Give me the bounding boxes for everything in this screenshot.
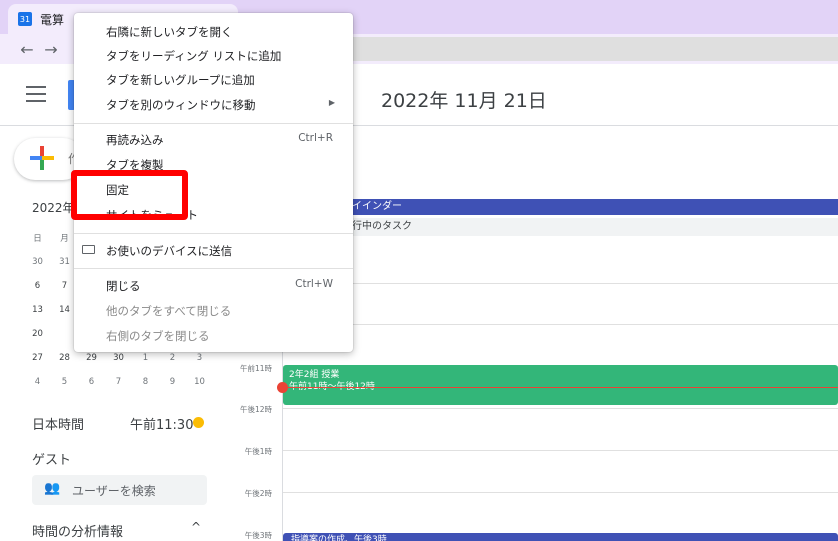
- main-menu-icon[interactable]: [26, 86, 46, 102]
- highlight-annotation-box: [71, 170, 188, 220]
- menu-item-label: 閉じる: [106, 279, 141, 293]
- menu-item-label: 右隣に新しいタブを開く: [106, 25, 233, 39]
- menu-item-label: 再読み込み: [106, 133, 164, 147]
- mini-calendar-day[interactable]: 30: [105, 353, 132, 363]
- menu-item-move-to-window[interactable]: タブを別のウィンドウに移動 ▶: [74, 92, 353, 116]
- calendar-event[interactable]: 指導案の作成、午後3時: [283, 533, 838, 541]
- mini-calendar-day[interactable]: 28: [51, 353, 78, 363]
- forward-arrow-icon[interactable]: →: [40, 38, 62, 60]
- menu-separator: [74, 233, 353, 234]
- hour-line: [283, 283, 838, 284]
- hour-line: [283, 408, 838, 409]
- day-view-grid[interactable]: [282, 126, 838, 541]
- mini-calendar-week: 4 5 6 7 8 9 10: [24, 370, 216, 394]
- mini-calendar-day[interactable]: 6: [78, 377, 105, 387]
- hour-line: [283, 324, 838, 325]
- menu-item-label: 右側のタブを閉じる: [106, 329, 210, 343]
- menu-separator: [74, 268, 353, 269]
- mini-calendar-day[interactable]: 2: [159, 353, 186, 363]
- hour-line: [283, 450, 838, 451]
- menu-separator: [74, 123, 353, 124]
- timezone-label: 日本時間: [32, 418, 85, 433]
- allday-event-reminder[interactable]: イインダー: [282, 199, 838, 215]
- mini-calendar-day[interactable]: 9: [159, 377, 186, 387]
- guest-section-label: ゲスト: [32, 453, 72, 468]
- menu-item-close[interactable]: 閉じる Ctrl+W: [74, 273, 353, 297]
- mini-calendar-day[interactable]: 13: [24, 305, 51, 315]
- calendar-event[interactable]: 2年2組 授業 午前11時～午後12時: [283, 365, 838, 405]
- menu-item-add-to-new-group[interactable]: タブを新しいグループに追加: [74, 67, 353, 91]
- mini-calendar-day[interactable]: 3: [186, 353, 213, 363]
- mini-calendar-day[interactable]: 29: [78, 353, 105, 363]
- menu-item-label: タブを新しいグループに追加: [106, 73, 255, 87]
- mini-calendar-day[interactable]: 1: [132, 353, 159, 363]
- browser-window: 31 電算 ← → 2022年 11月 21日 作 2022年 日 月 30 3…: [0, 0, 838, 541]
- menu-item-close-tabs-right[interactable]: 右側のタブを閉じる: [74, 323, 353, 347]
- menu-item-label: タブを別のウィンドウに移動: [106, 98, 256, 112]
- timezone-time: 午前11:30: [130, 418, 194, 433]
- device-icon: [82, 245, 95, 254]
- current-date-title: 2022年 11月 21日: [381, 90, 547, 112]
- user-search-placeholder: ユーザーを検索: [72, 484, 156, 498]
- mini-calendar-day[interactable]: 30: [24, 257, 51, 267]
- mini-calendar-day[interactable]: 10: [186, 377, 213, 387]
- menu-item-label: 他のタブをすべて閉じる: [106, 304, 232, 318]
- plus-icon: [30, 146, 54, 170]
- weekday-label: 日: [33, 234, 42, 244]
- time-insights-label: 時間の分析情報: [32, 525, 124, 540]
- mini-calendar-day[interactable]: 27: [24, 353, 51, 363]
- menu-item-label: タブをリーディング リストに追加: [106, 49, 282, 63]
- time-label: 午後3時: [244, 531, 272, 540]
- hour-line: [283, 492, 838, 493]
- submenu-arrow-icon: ▶: [328, 98, 335, 107]
- mini-calendar-day[interactable]: 8: [132, 377, 159, 387]
- menu-item-close-other-tabs[interactable]: 他のタブをすべて閉じる: [74, 298, 353, 322]
- mini-calendar-day[interactable]: 4: [24, 377, 51, 387]
- user-search-input[interactable]: 👥 ユーザーを検索: [32, 475, 207, 505]
- menu-item-reload[interactable]: 再読み込み Ctrl+R: [74, 127, 353, 151]
- current-time-dot: [277, 382, 288, 393]
- current-time-line: [282, 387, 838, 388]
- menu-item-open-new-tab-right[interactable]: 右隣に新しいタブを開く: [74, 19, 353, 43]
- menu-item-label: お使いのデバイスに送信: [106, 244, 233, 258]
- menu-shortcut: Ctrl+R: [298, 132, 333, 144]
- menu-shortcut: Ctrl+W: [295, 278, 333, 290]
- allday-event-tasks[interactable]: 行中のタスク: [282, 218, 838, 236]
- time-label: 午前11時: [239, 364, 272, 373]
- back-arrow-icon[interactable]: ←: [16, 38, 38, 60]
- mini-calendar-day[interactable]: 7: [105, 377, 132, 387]
- sun-icon: [193, 417, 204, 428]
- time-label: 午後2時: [244, 489, 272, 498]
- menu-item-add-to-reading-list[interactable]: タブをリーディング リストに追加: [74, 43, 353, 67]
- mini-calendar-day[interactable]: 6: [24, 281, 51, 291]
- mini-calendar-day[interactable]: 5: [51, 377, 78, 387]
- people-icon: 👥: [44, 481, 61, 496]
- mini-calendar-month: 2022年: [32, 201, 75, 215]
- menu-item-send-to-device[interactable]: お使いのデバイスに送信: [74, 238, 353, 262]
- tab-title: 電算: [40, 12, 65, 27]
- calendar-favicon-icon: 31: [18, 12, 32, 26]
- event-title: 2年2組 授業: [289, 370, 340, 380]
- time-label: 午後1時: [244, 447, 272, 456]
- chevron-up-icon[interactable]: ^: [191, 520, 201, 534]
- mini-calendar-day[interactable]: 20: [24, 329, 51, 339]
- time-label: 午後12時: [239, 405, 272, 414]
